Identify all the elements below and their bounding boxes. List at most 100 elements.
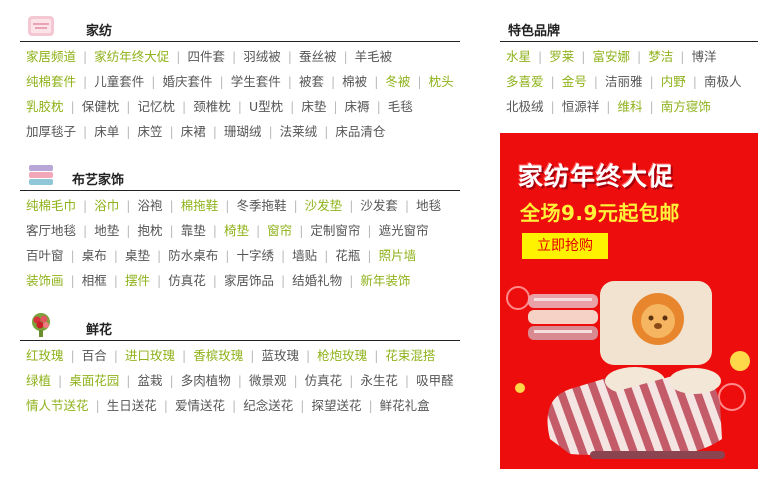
- category-link[interactable]: 枕头: [429, 69, 454, 94]
- category-link[interactable]: 抱枕: [137, 218, 162, 243]
- category-link[interactable]: 颈椎枕: [193, 94, 231, 119]
- category-link[interactable]: 博洋: [691, 44, 716, 69]
- category-link[interactable]: U型枕: [249, 94, 283, 119]
- category-link[interactable]: 装饰画: [26, 268, 64, 293]
- category-link[interactable]: 家居饰品: [224, 268, 274, 293]
- category-link[interactable]: 窗帘: [267, 218, 292, 243]
- category-link[interactable]: 冬被: [385, 69, 410, 94]
- category-link[interactable]: 床品清仓: [335, 119, 385, 144]
- category-link[interactable]: 学生套件: [231, 69, 281, 94]
- category-link[interactable]: 摆件: [125, 268, 150, 293]
- category-link[interactable]: 客厅地毯: [26, 218, 76, 243]
- category-link[interactable]: 花束混搭: [385, 343, 435, 368]
- category-link[interactable]: 床褥: [345, 94, 370, 119]
- category-link[interactable]: 金号: [562, 69, 587, 94]
- category-link[interactable]: 情人节送花: [26, 393, 89, 418]
- category-link[interactable]: 家纺年终大促: [94, 44, 169, 69]
- category-link[interactable]: 结婚礼物: [292, 268, 342, 293]
- category-link[interactable]: 内野: [661, 69, 686, 94]
- category-link[interactable]: 法莱绒: [280, 119, 318, 144]
- category-link[interactable]: 北极绒: [506, 94, 544, 119]
- category-link[interactable]: 相框: [82, 268, 107, 293]
- category-link[interactable]: 床笠: [137, 119, 162, 144]
- category-link[interactable]: 沙发套: [360, 193, 398, 218]
- category-link[interactable]: 婚庆套件: [162, 69, 212, 94]
- category-link[interactable]: 浴袍: [137, 193, 162, 218]
- category-link[interactable]: 地垫: [94, 218, 119, 243]
- category-link[interactable]: 绿植: [26, 368, 51, 393]
- category-link[interactable]: 羽绒被: [243, 44, 281, 69]
- category-link[interactable]: 羊毛被: [355, 44, 393, 69]
- category-link[interactable]: 富安娜: [592, 44, 630, 69]
- category-link[interactable]: 防水桌布: [168, 243, 218, 268]
- category-link[interactable]: 十字绣: [236, 243, 274, 268]
- category-link[interactable]: 床垫: [301, 94, 326, 119]
- category-link[interactable]: 水星: [506, 44, 531, 69]
- category-link[interactable]: 梦洁: [648, 44, 673, 69]
- category-link[interactable]: 罗莱: [549, 44, 574, 69]
- category-link[interactable]: 被套: [299, 69, 324, 94]
- category-link[interactable]: 鲜花礼盒: [380, 393, 430, 418]
- category-link[interactable]: 纪念送花: [243, 393, 293, 418]
- category-link[interactable]: 儿童套件: [94, 69, 144, 94]
- category-link[interactable]: 吸甲醛: [416, 368, 454, 393]
- category-link[interactable]: 纯棉套件: [26, 69, 76, 94]
- category-link[interactable]: 南极人: [704, 69, 742, 94]
- category-link[interactable]: 新年装饰: [360, 268, 410, 293]
- category-link[interactable]: 桌面花园: [69, 368, 119, 393]
- category-link[interactable]: 照片墙: [379, 243, 417, 268]
- category-link[interactable]: 百叶窗: [26, 243, 64, 268]
- category-link[interactable]: 永生花: [360, 368, 398, 393]
- category-link[interactable]: 保健枕: [82, 94, 120, 119]
- category-link[interactable]: 微景观: [249, 368, 287, 393]
- category-link[interactable]: 地毯: [416, 193, 441, 218]
- category-link[interactable]: 南方寝饰: [661, 94, 711, 119]
- category-link[interactable]: 多肉植物: [181, 368, 231, 393]
- category-link[interactable]: 床裙: [181, 119, 206, 144]
- category-link[interactable]: 进口玫瑰: [125, 343, 175, 368]
- category-link[interactable]: 探望送花: [311, 393, 361, 418]
- category-link[interactable]: 四件套: [187, 44, 225, 69]
- category-link[interactable]: 生日送花: [107, 393, 157, 418]
- category-link[interactable]: 百合: [82, 343, 107, 368]
- separator: |: [324, 124, 329, 139]
- category-link[interactable]: 仿真花: [305, 368, 343, 393]
- category-link[interactable]: 靠垫: [181, 218, 206, 243]
- separator: |: [538, 49, 543, 64]
- category-link[interactable]: 乳胶枕: [26, 94, 64, 119]
- category-link[interactable]: 洁丽雅: [605, 69, 643, 94]
- category-link[interactable]: 盆栽: [137, 368, 162, 393]
- category-link[interactable]: 桌布: [82, 243, 107, 268]
- category-link[interactable]: 遮光窗帘: [379, 218, 429, 243]
- category-link[interactable]: 仿真花: [168, 268, 206, 293]
- category-link[interactable]: 记忆枕: [137, 94, 175, 119]
- category-link[interactable]: 爱情送花: [175, 393, 225, 418]
- category-link[interactable]: 恒源祥: [562, 94, 600, 119]
- category-link[interactable]: 加厚毯子: [26, 119, 76, 144]
- category-link[interactable]: 冬季拖鞋: [236, 193, 286, 218]
- category-link[interactable]: 维科: [617, 94, 642, 119]
- category-link[interactable]: 蚕丝被: [299, 44, 337, 69]
- category-link[interactable]: 蓝玫瑰: [261, 343, 299, 368]
- category-link[interactable]: 多喜爱: [506, 69, 544, 94]
- promo-banner[interactable]: 家纺年终大促 全场9.9元起包邮 立即抢购: [500, 133, 758, 469]
- category-link[interactable]: 花瓶: [335, 243, 360, 268]
- category-link[interactable]: 沙发垫: [305, 193, 343, 218]
- category-link[interactable]: 香槟玫瑰: [193, 343, 243, 368]
- category-link[interactable]: 毛毯: [388, 94, 413, 119]
- category-link[interactable]: 床单: [94, 119, 119, 144]
- category-link[interactable]: 红玫瑰: [26, 343, 64, 368]
- category-link[interactable]: 定制窗帘: [310, 218, 360, 243]
- category-link[interactable]: 桌垫: [125, 243, 150, 268]
- category-link[interactable]: 椅垫: [224, 218, 249, 243]
- category-link[interactable]: 浴巾: [94, 193, 119, 218]
- separator: |: [212, 223, 217, 238]
- category-link[interactable]: 纯棉毛巾: [26, 193, 76, 218]
- category-link[interactable]: 墙贴: [292, 243, 317, 268]
- category-link[interactable]: 棉拖鞋: [181, 193, 219, 218]
- category-link[interactable]: 家居频道: [26, 44, 76, 69]
- category-link[interactable]: 棉被: [342, 69, 367, 94]
- category-link[interactable]: 枪炮玫瑰: [317, 343, 367, 368]
- separator: |: [349, 273, 354, 288]
- category-link[interactable]: 珊瑚绒: [224, 119, 262, 144]
